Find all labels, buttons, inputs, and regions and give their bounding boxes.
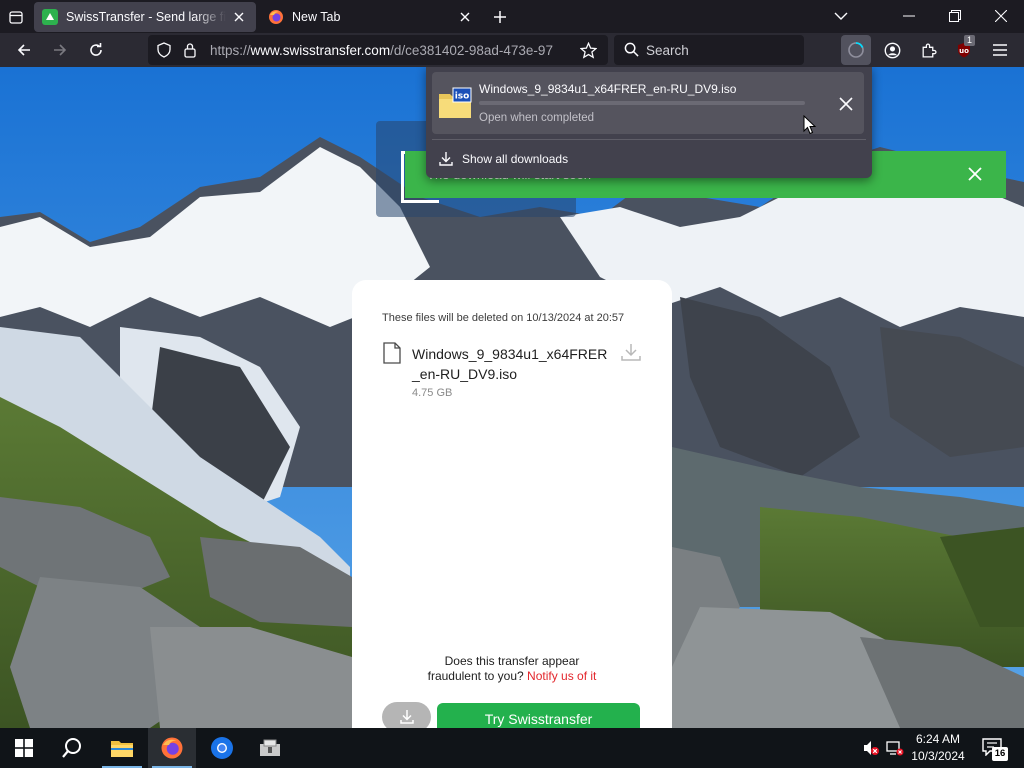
extension-badge: 1: [964, 35, 976, 46]
ublock-origin-icon[interactable]: uo 1: [950, 35, 978, 64]
download-status: Open when completed: [479, 112, 595, 124]
download-icon: [399, 710, 414, 724]
download-icon: [439, 152, 453, 166]
tracking-protection-shield-icon[interactable]: [156, 42, 172, 63]
svg-text:iso: iso: [455, 92, 470, 102]
file-download-icon[interactable]: [620, 342, 642, 367]
minimize-icon[interactable]: [886, 0, 932, 32]
tab-new-tab[interactable]: New Tab: [260, 2, 482, 32]
clock-date: 10/3/2024: [911, 749, 965, 763]
close-tab-icon[interactable]: [456, 8, 474, 26]
search-icon: [624, 42, 639, 62]
volume-muted-icon[interactable]: [862, 739, 880, 757]
download-progress-bar: [479, 101, 805, 105]
restore-icon[interactable]: [932, 0, 978, 32]
tab-title: SwissTransfer - Send large files securel…: [66, 10, 226, 24]
notification-count-badge: 16: [992, 747, 1008, 761]
navigation-toolbar: https://www.swisstransfer.com/d/ce381402…: [0, 33, 1024, 67]
fraud-question-line1: Does this transfer appear: [444, 654, 580, 668]
banner-close-icon[interactable]: [966, 165, 986, 185]
start-windows-icon[interactable]: [0, 728, 48, 768]
iso-file-icon: iso: [439, 87, 472, 118]
show-all-downloads-button[interactable]: Show all downloads: [438, 148, 568, 170]
file-explorer-icon[interactable]: [98, 728, 146, 768]
file-size: 4.75 GB: [412, 387, 453, 399]
tab-swisstransfer[interactable]: SwissTransfer - Send large files securel…: [34, 2, 256, 32]
list-all-tabs-icon[interactable]: [4, 5, 28, 29]
swisstransfer-favicon-icon: [42, 9, 58, 25]
hamburger-menu-icon[interactable]: [986, 36, 1014, 64]
clock-time: 6:24 AM: [915, 732, 961, 746]
firefox-taskbar-icon[interactable]: [148, 728, 196, 768]
url-text: https://www.swisstransfer.com/d/ce381402…: [210, 43, 570, 58]
system-clock[interactable]: 6:24 AM 10/3/2024: [905, 731, 971, 765]
tab-overflow-chevron-down-icon[interactable]: [818, 0, 864, 32]
close-tab-icon[interactable]: [230, 8, 248, 26]
mouse-cursor-icon: [803, 115, 817, 135]
try-swisstransfer-button[interactable]: Try Swisstransfer: [437, 703, 640, 728]
file-name[interactable]: Windows_9_9834u1_x64FRER_en-RU_DV9.iso: [412, 344, 612, 384]
network-icon[interactable]: [886, 739, 904, 757]
url-scheme: https://: [210, 43, 251, 58]
cancel-download-icon[interactable]: [838, 96, 856, 114]
search-placeholder: Search: [646, 43, 689, 58]
svg-text:uo: uo: [959, 47, 969, 55]
windows-taskbar: 6:24 AM 10/3/2024 16: [0, 728, 1024, 768]
download-all-button[interactable]: [382, 702, 431, 728]
lock-icon[interactable]: [182, 42, 198, 63]
url-host: www.swisstransfer.com: [250, 43, 391, 58]
taskbar-search-icon[interactable]: [48, 728, 96, 768]
reload-icon[interactable]: [82, 36, 110, 64]
deletion-notice: These files will be deleted on 10/13/202…: [382, 312, 625, 324]
firefox-icon: [269, 10, 283, 24]
chrome-icon[interactable]: [198, 728, 246, 768]
file-icon: [382, 342, 402, 369]
forward-arrow-icon[interactable]: [46, 36, 74, 64]
close-window-icon[interactable]: [978, 0, 1024, 32]
download-item[interactable]: iso Windows_9_9834u1_x64FRER_en-RU_DV9.i…: [432, 72, 864, 134]
back-arrow-icon[interactable]: [10, 36, 38, 64]
archive-manager-icon[interactable]: [246, 728, 294, 768]
show-all-downloads-label: Show all downloads: [462, 152, 569, 166]
bookmark-star-icon[interactable]: [579, 41, 598, 64]
fraud-question-line2: fraudulent to you?: [427, 669, 524, 683]
new-tab-plus-icon[interactable]: [488, 5, 512, 29]
divider: [432, 139, 866, 140]
downloads-progress-icon[interactable]: [841, 35, 871, 65]
account-icon[interactable]: [878, 36, 906, 64]
fraud-question: Does this transfer appear fraudulent to …: [352, 654, 672, 684]
extensions-puzzle-icon[interactable]: [914, 36, 942, 64]
url-path: /d/ce381402-98ad-473e-97: [390, 43, 553, 58]
download-filename: Windows_9_9834u1_x64FRER_en-RU_DV9.iso: [479, 82, 737, 96]
tab-strip: SwissTransfer - Send large files securel…: [0, 0, 1024, 33]
notify-us-link[interactable]: Notify us of it: [527, 669, 596, 683]
tab-title: New Tab: [292, 10, 341, 24]
page-content: The download will start soon These files…: [0, 67, 1024, 728]
url-bar[interactable]: https://www.swisstransfer.com/d/ce381402…: [148, 35, 608, 65]
transfer-card: These files will be deleted on 10/13/202…: [352, 280, 672, 728]
search-bar[interactable]: Search: [614, 35, 804, 65]
